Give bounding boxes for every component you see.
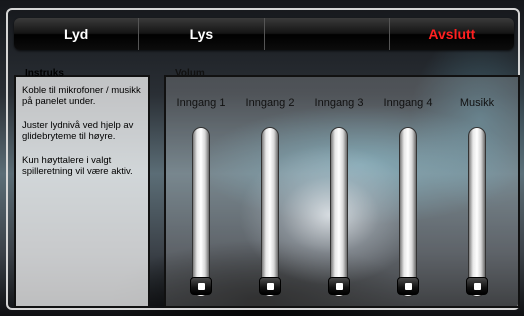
slider-track[interactable] (261, 127, 279, 297)
slider-track[interactable] (330, 127, 348, 297)
channel-inngang-3: Inngang 3 (304, 77, 374, 302)
channel-musikk: Musikk (442, 77, 512, 302)
grip-icon (473, 282, 481, 290)
grip-icon (197, 282, 205, 290)
grip-icon (266, 282, 274, 290)
instructions-panel: Instruks Koble til mikrofoner / musikk p… (14, 68, 150, 308)
tab-lyd[interactable]: Lyd (14, 18, 140, 50)
tab-lys[interactable]: Lys (139, 18, 265, 50)
tab-avslutt[interactable]: Avslutt (390, 18, 514, 50)
channel-label: Musikk (459, 97, 495, 109)
grip-icon (335, 282, 343, 290)
channel-inngang-2: Inngang 2 (235, 77, 305, 302)
channel-label: Inngang 1 (176, 97, 226, 109)
slider-thumb[interactable] (466, 277, 488, 295)
slider-thumb[interactable] (259, 277, 281, 295)
tab-empty[interactable] (265, 18, 390, 50)
instructions-text: Koble til mikrofoner / musikk på panelet… (22, 85, 148, 190)
tab-bar: Lyd Lys Avslutt (14, 18, 514, 50)
slider-track[interactable] (468, 127, 486, 297)
slider-thumb[interactable] (397, 277, 419, 295)
instruction-paragraph: Kun høyttalere i valgt spilleretning vil… (22, 155, 133, 177)
volume-panel: Volum Inngang 1 Inngang 2 Inngang 3 Inng… (164, 68, 520, 308)
channel-label: Inngang 3 (314, 97, 364, 109)
instruction-paragraph: Koble til mikrofoner / musikk på panelet… (22, 85, 141, 107)
slider-track[interactable] (192, 127, 210, 297)
slider-track[interactable] (399, 127, 417, 297)
channel-label: Inngang 4 (383, 97, 433, 109)
slider-thumb[interactable] (190, 277, 212, 295)
instruction-paragraph: Juster lydnivå ved hjelp av glidebryteme… (22, 120, 134, 142)
grip-icon (404, 282, 412, 290)
instructions-title: Instruks (22, 68, 67, 79)
slider-thumb[interactable] (328, 277, 350, 295)
channel-inngang-4: Inngang 4 (373, 77, 443, 302)
channel-inngang-1: Inngang 1 (166, 77, 236, 302)
channel-label: Inngang 2 (245, 97, 295, 109)
